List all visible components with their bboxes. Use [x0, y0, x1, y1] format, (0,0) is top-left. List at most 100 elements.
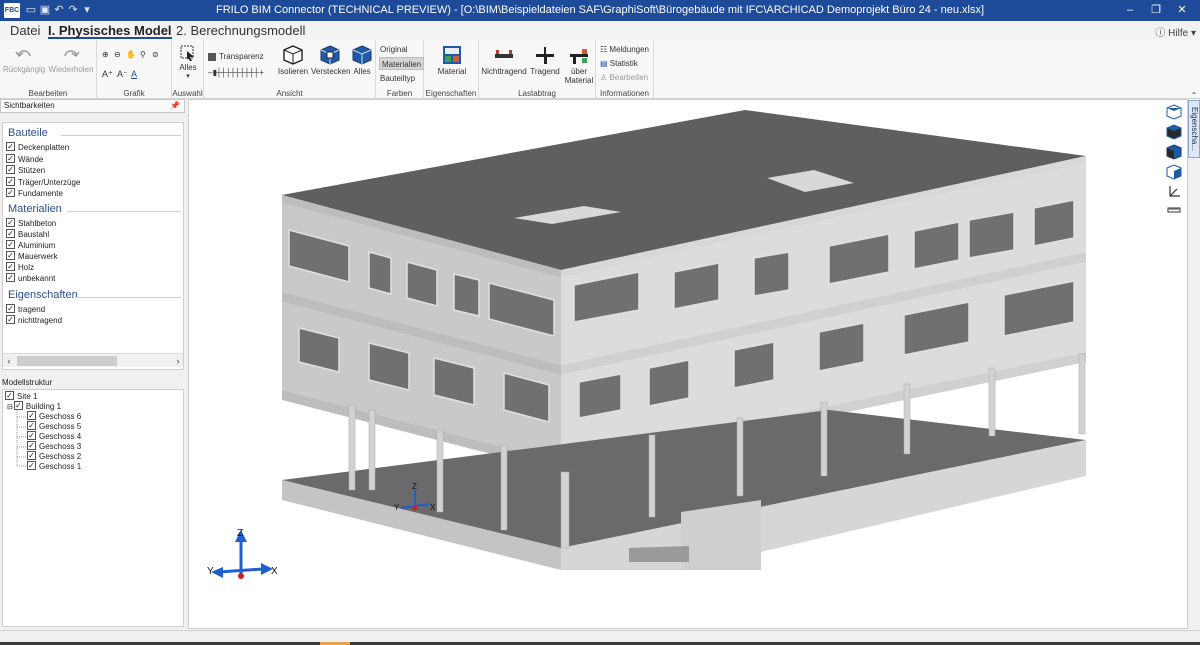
checkbox-checked-icon: ✓ [6, 154, 15, 164]
qat-dropdown-icon[interactable]: ▾ [80, 2, 94, 18]
basement-stair [629, 546, 689, 562]
color-component-type-option[interactable]: Bauteiltyp [380, 72, 415, 85]
text-color-icon[interactable]: A [131, 68, 137, 81]
select-all-label: Alles [179, 63, 197, 72]
close-button[interactable]: ✕ [1166, 0, 1198, 21]
isolate-cube-icon [283, 45, 303, 65]
ribbon: Rückgängig Wiederholen Bearbeiten ⊕ ⊖ ✋ … [0, 40, 1200, 99]
font-larger-icon[interactable]: A⁺ [102, 68, 113, 81]
help-menu[interactable]: ⓘ Hilfe ▾ [1155, 24, 1196, 39]
building-model[interactable]: Z Y X Z Y X [189, 100, 1188, 629]
pan-hand-icon[interactable]: ✋ [126, 48, 136, 61]
checkbox-baustahl[interactable]: ✓ Baustahl [6, 229, 49, 240]
group-farben: Original Materialien Bauteiltyp Farben [376, 40, 425, 99]
font-smaller-icon[interactable]: A⁻ [117, 68, 128, 81]
transparency-slider[interactable]: – ▮┼┼┼┼┼┼┼┼┼ + [208, 66, 264, 79]
checkbox-deckenplatten[interactable]: ✓ Deckenplatten [6, 142, 69, 153]
checkbox-nichttragend[interactable]: ✓ nichttragend [6, 315, 62, 326]
checkbox-traeger[interactable]: ✓ Träger/Unterzüge [6, 177, 80, 188]
checkbox-label: Träger/Unterzüge [18, 178, 81, 187]
checkbox-stahlbeton[interactable]: ✓ Stahlbeton [6, 218, 56, 229]
view-side-cube-icon[interactable] [1166, 164, 1182, 180]
load-via-material-label-2: Material [564, 76, 594, 85]
select-dropdown-icon: ▾ [186, 73, 190, 80]
checkbox-label: Deckenplatten [18, 143, 70, 152]
scroll-up-icon[interactable]: ⌃ [1189, 92, 1199, 100]
3d-viewport[interactable]: Z Y X Z Y X [188, 99, 1188, 629]
tree-node-storey[interactable]: ✓ Geschoss 1 [27, 461, 82, 472]
checkbox-label: Aluminium [18, 241, 56, 250]
ruler-icon[interactable] [1166, 202, 1182, 218]
horizontal-scrollbar[interactable]: ‹ › [3, 353, 183, 368]
hide-label: Verstecken [311, 67, 351, 76]
transparency-icon [208, 52, 216, 61]
checkbox-holz[interactable]: ✓ Holz [6, 262, 34, 273]
hide-button[interactable]: Verstecken [311, 44, 351, 76]
checkbox-tragend[interactable]: ✓ tragend [6, 304, 45, 315]
isolate-button[interactable]: Isolieren [276, 44, 310, 76]
material-button[interactable]: Material [432, 44, 472, 76]
load-via-material-button[interactable]: über Material [563, 44, 595, 85]
checkbox-checked-icon: ✓ [27, 441, 36, 451]
collapse-icon[interactable]: ⊟ [7, 404, 13, 411]
checkbox-checked-icon: ✓ [27, 431, 36, 441]
tab-file[interactable]: Datei [10, 22, 40, 39]
checkbox-fundamente[interactable]: ✓ Fundamente [6, 188, 63, 199]
undo-icon[interactable]: ↶ [52, 2, 66, 18]
tab-physical-model[interactable]: I. Physisches Model [48, 22, 172, 39]
non-load-bearing-button[interactable]: Nichttragend [481, 44, 527, 76]
tree-node-label: Geschoss 1 [39, 462, 82, 471]
checkbox-label: tragend [18, 305, 46, 314]
select-all-button[interactable]: Alles ▾ [175, 44, 201, 80]
zoom-out-icon[interactable]: ⊖ [114, 48, 121, 61]
axis-toggle-icon[interactable] [1166, 184, 1182, 200]
view-iso-cube-icon[interactable] [1166, 124, 1182, 140]
tree-node-label: Site 1 [17, 392, 38, 401]
color-original-option[interactable]: Original [380, 43, 408, 56]
checkbox-unbekannt[interactable]: ✓ unbekannt [6, 273, 55, 284]
checkbox-checked-icon: ✓ [27, 421, 36, 431]
checkbox-checked-icon: ✓ [6, 304, 15, 314]
open-folder-icon[interactable]: ▭ [24, 2, 38, 18]
tab-calculation-model[interactable]: 2. Berechnungsmodell [176, 22, 305, 39]
checkbox-aluminium[interactable]: ✓ Aluminium [6, 240, 55, 251]
show-all-button[interactable]: Alles [350, 44, 374, 76]
statistics-button[interactable]: ▤ Statistik [600, 57, 638, 70]
transparency-toggle[interactable]: Transparenz [208, 50, 264, 63]
load-bearing-label: Tragend [530, 67, 560, 76]
app-icon[interactable]: FBC [4, 3, 20, 18]
messages-button[interactable]: ☷ Meldungen [600, 43, 649, 56]
scrollbar-thumb[interactable] [17, 356, 117, 366]
checkbox-stuetzen[interactable]: ✓ Stützen [6, 165, 45, 176]
select-cursor-icon [180, 45, 194, 61]
properties-side-tab[interactable]: Eigenscha... [1188, 100, 1200, 158]
pin-icon[interactable]: 📌 [170, 100, 180, 112]
save-icon[interactable]: ▣ [38, 2, 52, 18]
zoom-in-icon[interactable]: ⊕ [102, 48, 109, 61]
checkbox-waende[interactable]: ✓ Wände [6, 154, 43, 165]
undo-label: Rückgängig [3, 65, 46, 74]
statistics-label: Statistik [609, 59, 638, 68]
color-materials-option[interactable]: Materialien [379, 57, 425, 70]
gizmo-axis-y-label: Y [207, 566, 214, 577]
group-label-lastabtrag: Lastabtrag [518, 89, 556, 98]
undo-button[interactable]: Rückgängig [3, 46, 45, 74]
view-top-cube-icon[interactable] [1166, 104, 1182, 120]
edit-info-button[interactable]: ♙ Bearbeiten [600, 71, 648, 84]
redo-icon[interactable]: ↷ [66, 2, 80, 18]
group-label-bearbeiten: Bearbeiten [28, 89, 68, 98]
zoom-fit-icon[interactable]: ⊜ [152, 48, 159, 61]
group-auswahl: Alles ▾ Auswahl [172, 40, 204, 99]
redo-button[interactable]: Wiederholen [47, 46, 95, 74]
load-bearing-button[interactable]: Tragend [528, 44, 562, 76]
view-toolbar [1163, 100, 1185, 220]
view-front-cube-icon[interactable] [1166, 144, 1182, 160]
checkbox-mauerwerk[interactable]: ✓ Mauerwerk [6, 251, 58, 262]
scroll-left-icon[interactable]: ‹ [3, 354, 15, 368]
material-icon [443, 46, 461, 64]
redo-label: Wiederholen [48, 65, 94, 74]
status-bar [0, 630, 1200, 645]
group-ansicht: Transparenz – ▮┼┼┼┼┼┼┼┼┼ + Isolieren Ver… [204, 40, 376, 99]
scroll-right-icon[interactable]: › [172, 354, 183, 368]
zoom-window-icon[interactable]: ⚲ [140, 48, 146, 61]
